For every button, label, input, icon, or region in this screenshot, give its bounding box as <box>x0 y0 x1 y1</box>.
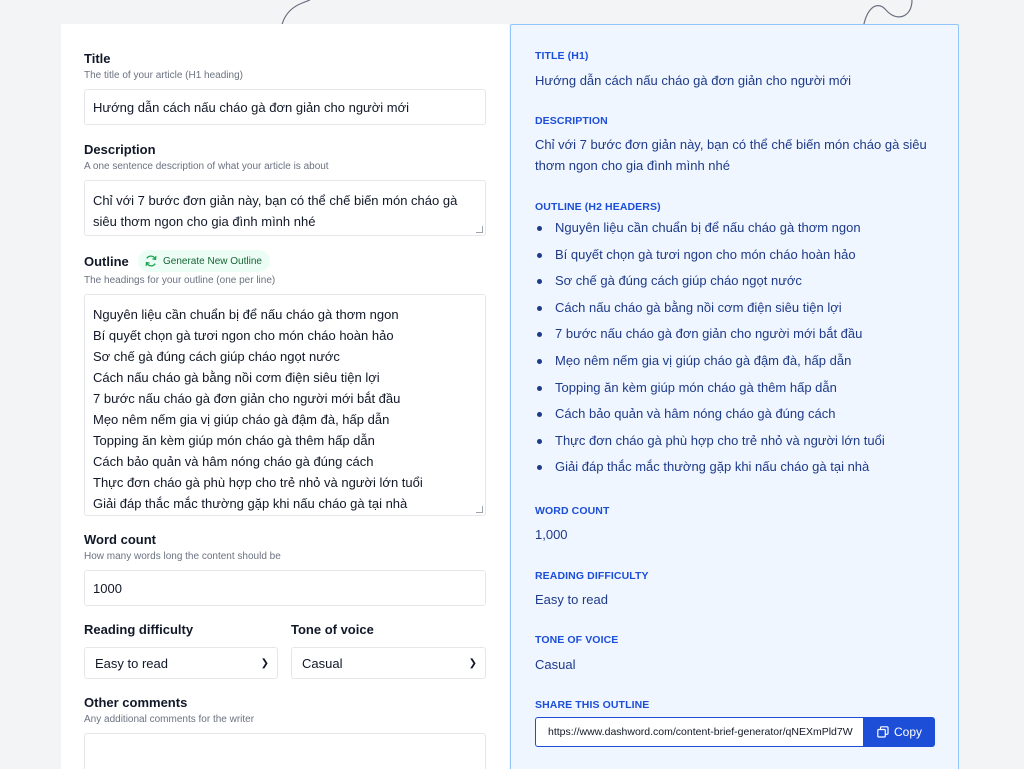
bullet-icon <box>537 305 542 311</box>
preview-outline-heading: OUTLINE (H2 HEADERS) <box>535 201 661 213</box>
list-item: Nguyên liệu cần chuẩn bị để nấu cháo gà … <box>535 220 940 247</box>
resize-handle[interactable] <box>476 506 483 513</box>
outline-label: Outline <box>84 254 129 269</box>
outline-item-text: Cách bảo quản và hâm nóng cháo gà đúng c… <box>555 406 836 422</box>
bullet-icon <box>537 252 542 258</box>
preview-difficulty-heading: READING DIFFICULTY <box>535 570 649 582</box>
tone-value: Casual <box>302 655 343 671</box>
resize-handle[interactable] <box>476 226 483 233</box>
bullet-icon <box>537 385 542 391</box>
preview-description-heading: DESCRIPTION <box>535 115 608 127</box>
tone-select[interactable]: Casual ❯ <box>291 647 486 679</box>
difficulty-label: Reading difficulty <box>84 622 194 637</box>
title-hint: The title of your article (H1 heading) <box>84 70 243 81</box>
brief-form: Title The title of your article (H1 head… <box>61 24 509 769</box>
list-item: Cách nấu cháo gà bằng nồi cơm điện siêu … <box>535 300 940 327</box>
list-item: Giải đáp thắc mắc thường gặp khi nấu chá… <box>535 459 940 486</box>
outline-item-text: Sơ chế gà đúng cách giúp cháo ngọt nước <box>555 273 802 289</box>
generate-outline-label: Generate New Outline <box>163 255 262 267</box>
outline-item-text: Bí quyết chọn gà tươi ngon cho món cháo … <box>555 246 856 262</box>
list-item: Cách bảo quản và hâm nóng cháo gà đúng c… <box>535 406 940 433</box>
chevron-down-icon: ❯ <box>260 657 269 669</box>
description-hint: A one sentence description of what your … <box>84 161 329 172</box>
brief-preview: TITLE (H1) Hướng dẫn cách nấu cháo gà đơ… <box>510 24 959 769</box>
difficulty-value: Easy to read <box>95 655 168 671</box>
outline-item-text: Topping ăn kèm giúp món cháo gà thêm hấp… <box>555 379 837 395</box>
list-item: Mẹo nêm nếm gia vị giúp cháo gà đậm đà, … <box>535 353 940 380</box>
list-item: Bí quyết chọn gà tươi ngon cho món cháo … <box>535 247 940 274</box>
preview-outline-list: Nguyên liệu cần chuẩn bị để nấu cháo gà … <box>535 220 940 486</box>
copy-button[interactable]: Copy <box>864 717 935 747</box>
bullet-icon <box>537 279 542 285</box>
outline-hint: The headings for your outline (one per l… <box>84 275 276 286</box>
description-textarea[interactable]: Chỉ với 7 bước đơn giản này, bạn có thể … <box>84 180 486 236</box>
copy-icon <box>877 726 889 738</box>
outline-item-text: Cách nấu cháo gà bằng nồi cơm điện siêu … <box>555 299 842 315</box>
outline-item-text: Giải đáp thắc mắc thường gặp khi nấu chá… <box>555 459 870 475</box>
list-item: Thực đơn cháo gà phù hợp cho trẻ nhỏ và … <box>535 433 940 460</box>
title-input[interactable]: Hướng dẫn cách nấu cháo gà đơn giản cho … <box>84 89 486 125</box>
comments-textarea[interactable] <box>84 733 486 769</box>
preview-word-count-heading: WORD COUNT <box>535 505 610 517</box>
comments-hint: Any additional comments for the writer <box>84 714 255 725</box>
tone-label: Tone of voice <box>291 622 374 637</box>
preview-tone-value: Casual <box>535 657 576 672</box>
bullet-icon <box>537 412 542 418</box>
description-text: Chỉ với 7 bước đơn giản này, bạn có thể … <box>93 193 458 229</box>
outline-text: Nguyên liệu cần chuẩn bị để nấu cháo gà … <box>93 307 423 511</box>
preview-difficulty-value: Easy to read <box>535 592 608 607</box>
bullet-icon <box>537 438 542 444</box>
preview-title-heading: TITLE (H1) <box>535 50 589 62</box>
comments-label: Other comments <box>84 695 188 710</box>
difficulty-select[interactable]: Easy to read ❯ <box>84 647 278 679</box>
preview-tone-heading: TONE OF VOICE <box>535 634 619 646</box>
title-label: Title <box>84 51 111 66</box>
preview-word-count-value: 1,000 <box>535 527 568 542</box>
word-count-label: Word count <box>84 532 156 547</box>
preview-title-value: Hướng dẫn cách nấu cháo gà đơn giản cho … <box>535 73 852 88</box>
bullet-icon <box>537 358 542 364</box>
outline-item-text: Mẹo nêm nếm gia vị giúp cháo gà đậm đà, … <box>555 352 852 368</box>
outline-item-text: 7 bước nấu cháo gà đơn giản cho người mớ… <box>555 326 863 342</box>
preview-description-value: Chỉ với 7 bước đơn giản này, bạn có thể … <box>535 137 927 173</box>
description-label: Description <box>84 142 156 157</box>
copy-label: Copy <box>893 725 922 739</box>
chevron-down-icon: ❯ <box>468 657 477 669</box>
bullet-icon <box>537 332 542 338</box>
outline-item-text: Nguyên liệu cần chuẩn bị để nấu cháo gà … <box>555 220 861 235</box>
outline-item-text: Thực đơn cháo gà phù hợp cho trẻ nhỏ và … <box>555 432 885 448</box>
outline-textarea[interactable]: Nguyên liệu cần chuẩn bị để nấu cháo gà … <box>84 294 486 516</box>
word-count-hint: How many words long the content should b… <box>84 551 281 562</box>
list-item: Sơ chế gà đúng cách giúp cháo ngọt nước <box>535 273 940 300</box>
list-item: Topping ăn kèm giúp món cháo gà thêm hấp… <box>535 380 940 407</box>
word-count-input[interactable]: 1000 <box>84 570 486 606</box>
share-url-input[interactable]: https://www.dashword.com/content-brief-g… <box>535 717 864 747</box>
list-item: 7 bước nấu cháo gà đơn giản cho người mớ… <box>535 326 940 353</box>
bullet-icon <box>537 465 542 471</box>
generate-outline-button[interactable]: Generate New Outline <box>138 250 270 272</box>
bullet-icon <box>537 226 542 231</box>
share-heading: SHARE THIS OUTLINE <box>535 699 650 711</box>
refresh-icon <box>145 255 157 267</box>
